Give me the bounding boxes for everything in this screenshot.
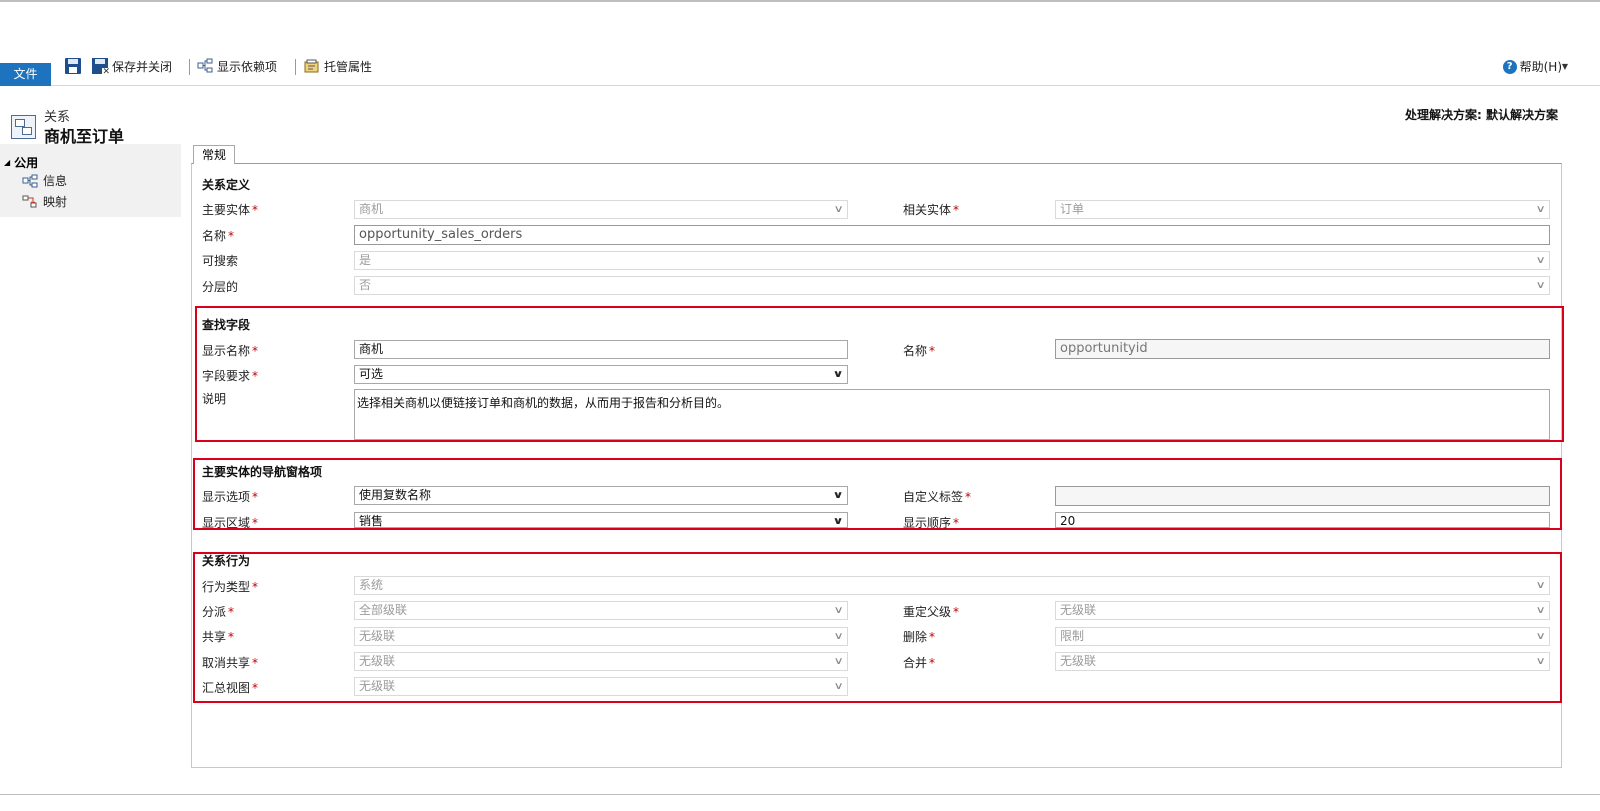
help-label: 帮助(H): [1519, 60, 1562, 74]
behavior-type-label: 行为类型 *: [202, 580, 259, 594]
display-name-input[interactable]: 商机: [354, 340, 848, 359]
field-requirement-select[interactable]: 可选 ∨: [354, 365, 848, 384]
ribbon-separator: [295, 59, 296, 75]
custom-label-label: 自定义标签 *: [903, 490, 972, 504]
chevron-down-icon: ∨: [833, 204, 844, 215]
managed-properties-label: 托管属性: [324, 59, 373, 74]
file-button[interactable]: 文件: [0, 63, 51, 86]
related-entity-select[interactable]: 订单 ∨: [1055, 200, 1550, 219]
managed-properties-button[interactable]: 托管属性: [304, 56, 372, 76]
display-area-label: 显示区域 *: [202, 516, 259, 530]
display-area-select[interactable]: 销售 ∨: [354, 512, 848, 528]
chevron-down-icon: ∨: [1535, 580, 1546, 591]
window-top-border: [0, 0, 1600, 2]
delete-select[interactable]: 限制 ∨: [1055, 627, 1550, 646]
nav-item-info[interactable]: 信息: [22, 172, 67, 189]
lookup-name-label: 名称 *: [903, 344, 936, 358]
unshare-label: 取消共享 *: [202, 656, 259, 670]
share-label: 共享 *: [202, 630, 235, 644]
merge-select[interactable]: 无级联 ∨: [1055, 652, 1550, 671]
ribbon-separator: [189, 59, 190, 75]
help-button[interactable]: ? 帮助(H): [1502, 58, 1562, 75]
reparent-select[interactable]: 无级联 ∨: [1055, 601, 1550, 620]
related-entity-label: 相关实体 *: [903, 203, 960, 217]
nav-item-mapping-label: 映射: [43, 195, 68, 209]
save-and-close-label: 保存并关闭: [112, 59, 173, 74]
display-option-select[interactable]: 使用复数名称 ∨: [354, 486, 848, 505]
display-name-label: 显示名称 *: [202, 344, 259, 358]
section-behavior-title: 关系行为: [202, 554, 251, 568]
lookup-name-input[interactable]: opportunityid: [1055, 339, 1550, 359]
tab-general[interactable]: 常规: [193, 145, 235, 164]
relationship-name-label: 名称 *: [202, 229, 235, 243]
nav-group-common[interactable]: ◢ 公用: [4, 154, 38, 171]
behavior-type-select[interactable]: 系统 ∨: [354, 576, 1550, 595]
relationship-name-input[interactable]: opportunity_sales_orders: [354, 225, 1550, 245]
rollup-view-label: 汇总视图 *: [202, 681, 259, 695]
show-dependencies-button[interactable]: 显示依赖项: [197, 56, 277, 76]
left-navigation: ◢ 公用 信息 映射: [0, 144, 181, 217]
hierarchical-select[interactable]: 否 ∨: [354, 276, 1550, 295]
display-order-label: 显示顺序 *: [903, 516, 960, 530]
unshare-select[interactable]: 无级联 ∨: [354, 652, 848, 671]
display-order-input[interactable]: 20: [1055, 512, 1550, 528]
share-select[interactable]: 无级联 ∨: [354, 627, 848, 646]
section-navigation-pane-title: 主要实体的导航窗格项: [202, 465, 323, 479]
section-lookup-field-title: 查找字段: [202, 318, 251, 332]
assign-select[interactable]: 全部级联 ∨: [354, 601, 848, 620]
description-label: 说明: [202, 392, 227, 406]
relationship-entity-icon: [11, 115, 36, 139]
chevron-down-icon: ∨: [832, 516, 844, 527]
chevron-down-icon: ∨: [1535, 255, 1546, 266]
reparent-label: 重定父级 *: [903, 605, 960, 619]
chevron-down-icon: ∨: [833, 631, 844, 642]
mapping-icon: [22, 195, 38, 209]
dependencies-icon: [197, 58, 213, 74]
custom-label-input[interactable]: [1055, 486, 1550, 506]
collapse-triangle-icon: ◢: [4, 158, 11, 167]
field-requirement-label: 字段要求 *: [202, 369, 259, 383]
chevron-down-icon: ∨: [1535, 204, 1546, 215]
chevron-down-icon: ∨: [833, 656, 844, 667]
chevron-down-icon: ∨: [1535, 280, 1546, 291]
rollup-view-select[interactable]: 无级联 ∨: [354, 677, 848, 696]
nav-item-mapping[interactable]: 映射: [22, 193, 67, 210]
chevron-down-icon: ∨: [832, 369, 844, 380]
assign-label: 分派 *: [202, 605, 235, 619]
delete-label: 删除 *: [903, 630, 936, 644]
ribbon: 文件 保存并关闭 显示依赖项 托管属性 ? 帮助(H): [0, 52, 1600, 86]
save-icon: [65, 58, 81, 74]
save-and-close-button[interactable]: 保存并关闭: [92, 56, 173, 77]
primary-entity-label: 主要实体 *: [202, 203, 259, 217]
nav-group-label: 公用: [14, 156, 39, 170]
chevron-down-icon: ∨: [1535, 631, 1546, 642]
searchable-label: 可搜索: [202, 254, 239, 268]
show-dependencies-label: 显示依赖项: [217, 59, 278, 74]
chevron-down-icon: ∨: [1535, 605, 1546, 616]
display-option-label: 显示选项 *: [202, 490, 259, 504]
help-icon: ?: [1502, 59, 1517, 74]
window-bottom-border: [0, 794, 1600, 795]
help-dropdown-caret-icon[interactable]: ▼: [1562, 62, 1568, 71]
chevron-down-icon: ∨: [1535, 656, 1546, 667]
searchable-select[interactable]: 是 ∨: [354, 251, 1550, 270]
hierarchical-label: 分层的: [202, 280, 239, 294]
save-close-icon: [92, 58, 110, 77]
chevron-down-icon: ∨: [833, 605, 844, 616]
primary-entity-select[interactable]: 商机 ∨: [354, 200, 848, 219]
relationship-info-icon: [22, 174, 38, 188]
managed-properties-icon: [304, 58, 320, 74]
chevron-down-icon: ∨: [833, 681, 844, 692]
save-button[interactable]: [65, 56, 81, 76]
merge-label: 合并 *: [903, 656, 936, 670]
nav-item-info-label: 信息: [43, 174, 68, 188]
description-textarea[interactable]: 选择相关商机以便链接订单和商机的数据，从而用于报告和分析目的。: [354, 389, 1550, 440]
section-relationship-definition-title: 关系定义: [202, 178, 251, 192]
solution-label: 处理解决方案: 默认解决方案: [1405, 108, 1558, 122]
chevron-down-icon: ∨: [832, 490, 844, 501]
